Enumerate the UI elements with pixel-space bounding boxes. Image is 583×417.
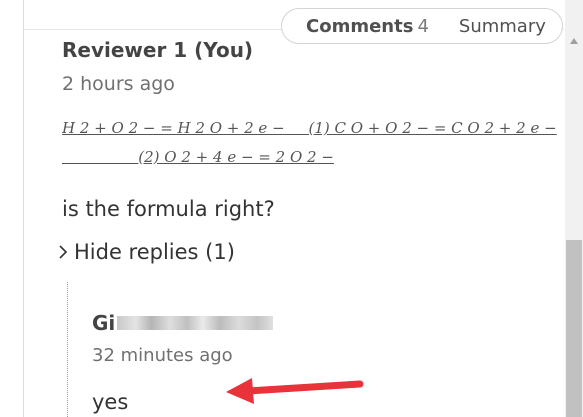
hide-replies-label: Hide replies (1) <box>74 240 235 264</box>
chevron-right-icon <box>59 245 68 259</box>
panel-border <box>23 0 24 417</box>
comment-body: is the formula right? <box>62 197 275 221</box>
reply-thread-line <box>67 282 68 417</box>
reply-author-name: Gi <box>92 311 116 335</box>
reply-body: yes <box>92 390 129 414</box>
comment-author: Reviewer 1 (You) <box>62 38 254 62</box>
tab-summary[interactable]: Summary <box>459 16 546 37</box>
comments-count: 4 <box>417 15 429 37</box>
reply-timestamp: 32 minutes ago <box>92 345 233 366</box>
reply-author: Gi <box>92 311 274 335</box>
arrow-up-icon[interactable] <box>570 38 578 44</box>
red-arrow-annotation <box>226 378 364 404</box>
scrollbar-thumb[interactable] <box>566 240 582 417</box>
comments-panel: Comments 4 Summary Reviewer 1 (You) 2 hou… <box>0 0 565 417</box>
tab-comments[interactable]: Comments 4 <box>306 16 429 37</box>
scrollbar[interactable] <box>565 0 583 417</box>
redacted-name <box>117 316 274 330</box>
tab-comments-label: Comments <box>306 15 414 37</box>
panel-tabs: Comments 4 Summary <box>281 8 563 44</box>
hide-replies-toggle[interactable]: Hide replies (1) <box>58 240 235 264</box>
formula-line-1: H 2 + O 2 − = H 2 O + 2 e − (1) C O + O … <box>62 119 557 137</box>
comment-timestamp: 2 hours ago <box>62 73 175 95</box>
formula-line-2: (2) O 2 + 4 e − = 2 O 2 − <box>62 148 334 166</box>
